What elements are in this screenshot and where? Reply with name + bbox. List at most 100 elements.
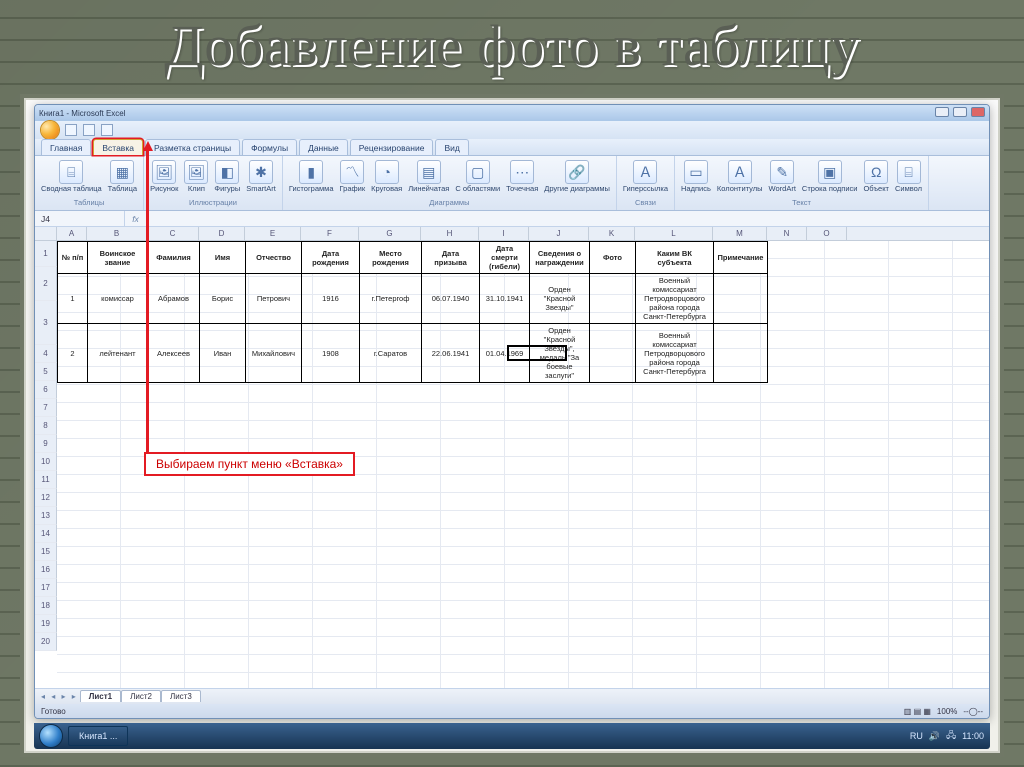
row-header[interactable]: 7: [35, 399, 57, 417]
minimize-button[interactable]: [935, 107, 949, 117]
row-header[interactable]: 5: [35, 363, 57, 381]
table-cell[interactable]: лейтенант: [88, 324, 148, 383]
row-header[interactable]: 17: [35, 579, 57, 597]
qat-redo-icon[interactable]: [101, 124, 113, 136]
ribbon-tab-разметка страницы[interactable]: Разметка страницы: [145, 139, 240, 155]
ribbon-item-рисунок[interactable]: 🖼Рисунок: [150, 160, 178, 193]
ribbon-tab-главная[interactable]: Главная: [41, 139, 91, 155]
ribbon-item-надпись[interactable]: ▭Надпись: [681, 160, 711, 193]
table-cell[interactable]: 1916: [302, 274, 360, 324]
row-header[interactable]: 15: [35, 543, 57, 561]
table-cell[interactable]: комиссар: [88, 274, 148, 324]
ribbon-item-линейчатая[interactable]: ▤Линейчатая: [408, 160, 449, 193]
start-button[interactable]: [40, 725, 62, 747]
table-cell[interactable]: 31.10.1941: [480, 274, 530, 324]
col-header[interactable]: E: [245, 227, 301, 240]
ribbon-item-график[interactable]: 〽График: [340, 160, 366, 193]
table-cell[interactable]: 1908: [302, 324, 360, 383]
row-header[interactable]: 16: [35, 561, 57, 579]
tray-volume-icon[interactable]: 🔊: [929, 731, 940, 742]
ribbon-item-объект[interactable]: ΩОбъект: [863, 160, 889, 193]
name-box[interactable]: J4: [35, 211, 125, 226]
table-cell[interactable]: Петрович: [246, 274, 302, 324]
select-all-corner[interactable]: [35, 227, 57, 240]
col-header[interactable]: H: [421, 227, 479, 240]
col-header[interactable]: K: [589, 227, 635, 240]
col-header[interactable]: A: [57, 227, 87, 240]
ribbon-tab-рецензирование[interactable]: Рецензирование: [350, 139, 434, 155]
formula-input[interactable]: [147, 211, 989, 226]
row-header[interactable]: 14: [35, 525, 57, 543]
col-header[interactable]: C: [147, 227, 199, 240]
table-cell[interactable]: 22.06.1941: [422, 324, 480, 383]
ribbon-item-с-областями[interactable]: ▢С областями: [455, 160, 500, 193]
tray-lang-icon[interactable]: RU: [910, 731, 923, 741]
row-header[interactable]: 3: [35, 301, 57, 345]
ribbon-tab-вставка[interactable]: Вставка: [93, 139, 143, 155]
ribbon-item-круговая[interactable]: ◔Круговая: [371, 160, 402, 193]
row-header[interactable]: 2: [35, 267, 57, 301]
maximize-button[interactable]: [953, 107, 967, 117]
table-cell[interactable]: Борис: [200, 274, 246, 324]
qat-undo-icon[interactable]: [83, 124, 95, 136]
col-header[interactable]: J: [529, 227, 589, 240]
col-header[interactable]: L: [635, 227, 713, 240]
qat-save-icon[interactable]: [65, 124, 77, 136]
tray-clock[interactable]: 11:00: [962, 731, 984, 741]
table-cell[interactable]: Алексеев: [148, 324, 200, 383]
col-header[interactable]: I: [479, 227, 529, 240]
row-header[interactable]: 18: [35, 597, 57, 615]
taskbar-app-button[interactable]: Книга1 ...: [68, 726, 128, 746]
col-header[interactable]: N: [767, 227, 807, 240]
col-header[interactable]: M: [713, 227, 767, 240]
zoom-view-icons[interactable]: ▥ ▤ ▦: [904, 707, 931, 716]
ribbon-item-фигуры[interactable]: ◧Фигуры: [214, 160, 240, 193]
table-cell[interactable]: 2: [58, 324, 88, 383]
table-cell[interactable]: Военный комиссариат Петродворцового райо…: [636, 324, 714, 383]
ribbon-item-smartart[interactable]: ✱SmartArt: [246, 160, 276, 193]
tray-network-icon[interactable]: 🖧: [946, 728, 956, 744]
table-cell[interactable]: [590, 274, 636, 324]
col-header[interactable]: B: [87, 227, 147, 240]
table-cell[interactable]: Иван: [200, 324, 246, 383]
zoom-controls[interactable]: ▥ ▤ ▦ 100% --◯--: [904, 707, 983, 716]
office-button[interactable]: [41, 121, 59, 139]
table-cell[interactable]: Абрамов: [148, 274, 200, 324]
row-header[interactable]: 12: [35, 489, 57, 507]
row-header[interactable]: 4: [35, 345, 57, 363]
table-cell[interactable]: [714, 324, 768, 383]
ribbon-tab-формулы[interactable]: Формулы: [242, 139, 297, 155]
close-button[interactable]: [971, 107, 985, 117]
zoom-slider[interactable]: --◯--: [963, 707, 983, 716]
row-header[interactable]: 10: [35, 453, 57, 471]
table-cell[interactable]: [714, 274, 768, 324]
fx-icon[interactable]: fx: [125, 211, 147, 226]
row-header[interactable]: 6: [35, 381, 57, 399]
col-header[interactable]: G: [359, 227, 421, 240]
ribbon-item-сводная-таблица[interactable]: ⌸Сводная таблица: [41, 160, 102, 193]
row-header[interactable]: 11: [35, 471, 57, 489]
table-cell[interactable]: Михайлович: [246, 324, 302, 383]
row-header[interactable]: 8: [35, 417, 57, 435]
row-header[interactable]: 1: [35, 241, 57, 267]
table-cell[interactable]: 1: [58, 274, 88, 324]
ribbon-item-гиперссылка[interactable]: ＡГиперссылка: [623, 160, 668, 193]
row-header[interactable]: 9: [35, 435, 57, 453]
ribbon-item-строка-подписи[interactable]: ▣Строка подписи: [802, 160, 858, 193]
row-header[interactable]: 13: [35, 507, 57, 525]
col-header[interactable]: F: [301, 227, 359, 240]
sheet-tab[interactable]: Лист1: [80, 690, 121, 702]
ribbon-item-другие-диаграммы[interactable]: 🔗Другие диаграммы: [544, 160, 610, 193]
table-cell[interactable]: Орден "Красной Звезды": [530, 274, 590, 324]
ribbon-item-таблица[interactable]: ▦Таблица: [108, 160, 137, 193]
table-cell[interactable]: г.Петергоф: [360, 274, 422, 324]
ribbon-item-гистограмма[interactable]: ▮Гистограмма: [289, 160, 334, 193]
ribbon-item-точечная[interactable]: ⋯Точечная: [506, 160, 538, 193]
ribbon-item-клип[interactable]: 🖼Клип: [184, 160, 208, 193]
sheet-tab[interactable]: Лист3: [161, 690, 201, 702]
col-header[interactable]: O: [807, 227, 847, 240]
sheet-nav-icons[interactable]: ◂ ◂ ▸ ▸: [41, 692, 78, 701]
table-cell[interactable]: [590, 324, 636, 383]
ribbon-item-символ[interactable]: ⌸Символ: [895, 160, 922, 193]
ribbon-item-колонтитулы[interactable]: ＡКолонтитулы: [717, 160, 763, 193]
